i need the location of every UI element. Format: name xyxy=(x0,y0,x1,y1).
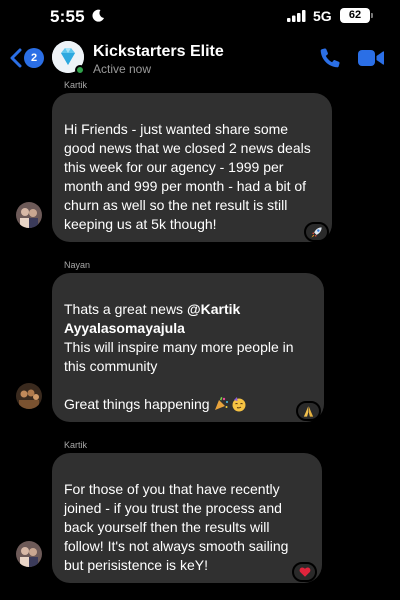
moon-icon xyxy=(92,9,104,22)
partying-face-icon xyxy=(232,397,246,412)
message-bubble[interactable]: Hi Friends - just wanted share some good… xyxy=(52,93,332,242)
message-text: Great things happening xyxy=(64,396,214,412)
signal-icon xyxy=(287,10,306,22)
network-label: 5G xyxy=(313,8,332,24)
message-text: For those of you that have recently join… xyxy=(64,481,289,573)
rocket-icon xyxy=(311,226,322,238)
phone-icon[interactable] xyxy=(318,46,342,70)
active-status: Active now xyxy=(93,62,152,76)
reaction-badge[interactable] xyxy=(304,222,329,242)
reaction-badge[interactable] xyxy=(292,562,317,582)
sender-name: Kartik xyxy=(64,440,88,450)
message-text: This will inspire many more people in th… xyxy=(64,339,294,374)
status-bar: 5:55 5G 62 xyxy=(0,0,400,34)
chevron-left-icon xyxy=(10,48,22,68)
reaction-badge[interactable] xyxy=(296,401,321,421)
user-photo-icon xyxy=(16,541,42,567)
user-photo-icon xyxy=(16,202,42,228)
battery-cap xyxy=(371,13,373,18)
unread-badge: 2 xyxy=(24,48,44,68)
sender-name: Kartik xyxy=(64,80,88,90)
message-bubble[interactable]: Thats a great news @Kartik Ayyalasomayaj… xyxy=(52,273,324,422)
avatar[interactable] xyxy=(16,541,42,567)
status-time: 5:55 xyxy=(50,7,85,26)
party-popper-icon xyxy=(215,397,229,410)
battery-indicator: 62 xyxy=(340,8,370,23)
chat-title[interactable]: Kickstarters Elite xyxy=(93,43,224,61)
message-bubble[interactable]: For those of you that have recently join… xyxy=(52,453,322,583)
message-text: Hi Friends - just wanted share some good… xyxy=(64,121,311,232)
online-indicator xyxy=(75,65,85,75)
video-camera-icon[interactable] xyxy=(357,47,385,69)
user-photo-icon xyxy=(16,383,42,409)
chat-header: 2 Kickstarters Elite Active now xyxy=(0,34,400,84)
avatar[interactable] xyxy=(16,383,42,409)
message-text: Thats a great news xyxy=(64,301,187,317)
avatar[interactable] xyxy=(16,202,42,228)
back-button[interactable]: 2 xyxy=(10,46,46,70)
heart-icon xyxy=(299,567,310,577)
praying-hands-icon xyxy=(303,405,314,417)
sender-name: Nayan xyxy=(64,260,91,270)
